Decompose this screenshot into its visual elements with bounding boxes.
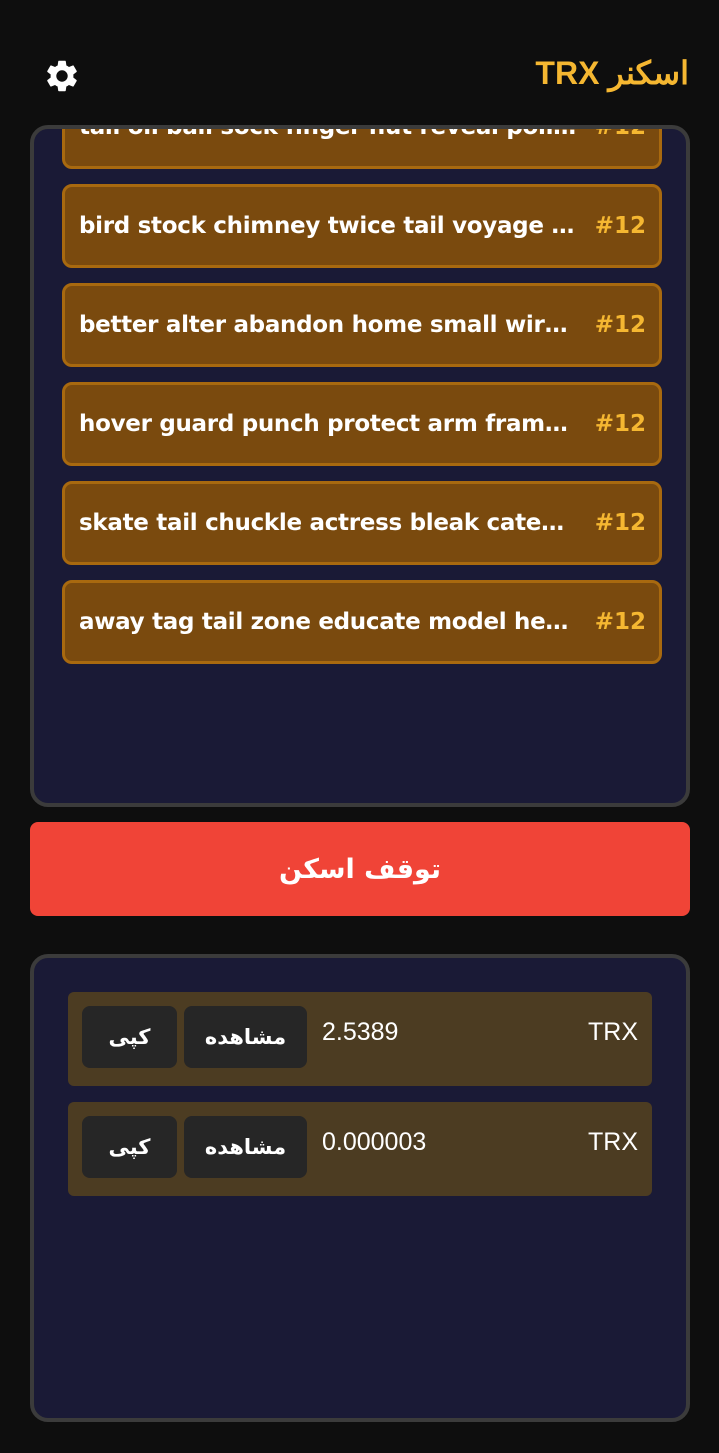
scan-item: tail oil ball sock finger nut reveal pol… (62, 125, 662, 169)
result-row: کپی مشاهده 0.000003 TRX (68, 1102, 652, 1196)
scan-item: bird stock chimney twice tail voyage bra… (62, 184, 662, 268)
scan-phrase: skate tail chuckle actress bleak categor… (79, 510, 577, 536)
stop-scan-button[interactable]: توقف اسکن (30, 822, 690, 916)
result-row: کپی مشاهده 2.5389 TRX (68, 992, 652, 1086)
app-header: اسکنر TRX (0, 40, 719, 110)
copy-button[interactable]: کپی (82, 1006, 177, 1068)
scan-index: #12 (594, 213, 646, 239)
scan-index: #12 (594, 609, 646, 635)
scan-index: #12 (594, 125, 646, 140)
scan-phrase: away tag tail zone educate model hen vol… (79, 609, 577, 635)
scan-item: better alter abandon home small wire evi… (62, 283, 662, 367)
scan-phrase: bird stock chimney twice tail voyage bra… (79, 213, 577, 239)
view-button[interactable]: مشاهده (184, 1006, 307, 1068)
scan-phrase: better alter abandon home small wire evi… (79, 312, 577, 338)
view-button[interactable]: مشاهده (184, 1116, 307, 1178)
result-amount: 2.5389 (322, 1018, 399, 1046)
gear-icon (47, 60, 77, 92)
result-currency: TRX (588, 1128, 638, 1156)
scan-phrase: tail oil ball sock finger nut reveal pol… (79, 125, 577, 140)
app-screen: اسکنر TRX tail oil ball sock finger nut … (0, 0, 719, 1453)
result-amount: 0.000003 (322, 1128, 427, 1156)
copy-button[interactable]: کپی (82, 1116, 177, 1178)
scan-list: tail oil ball sock finger nut reveal pol… (62, 125, 662, 679)
result-currency: TRX (588, 1018, 638, 1046)
results-panel: کپی مشاهده 2.5389 TRX کپی مشاهده 0.00000… (30, 954, 690, 1422)
app-title: اسکنر TRX (535, 55, 689, 91)
scan-phrase: hover guard punch protect arm frame fly … (79, 411, 577, 437)
scan-index: #12 (594, 411, 646, 437)
settings-button[interactable] (42, 56, 82, 96)
scan-log-panel[interactable]: tail oil ball sock finger nut reveal pol… (30, 125, 690, 807)
scan-item: skate tail chuckle actress bleak categor… (62, 481, 662, 565)
scan-index: #12 (594, 312, 646, 338)
scan-index: #12 (594, 510, 646, 536)
scan-item: hover guard punch protect arm frame fly … (62, 382, 662, 466)
scan-item: away tag tail zone educate model hen vol… (62, 580, 662, 664)
